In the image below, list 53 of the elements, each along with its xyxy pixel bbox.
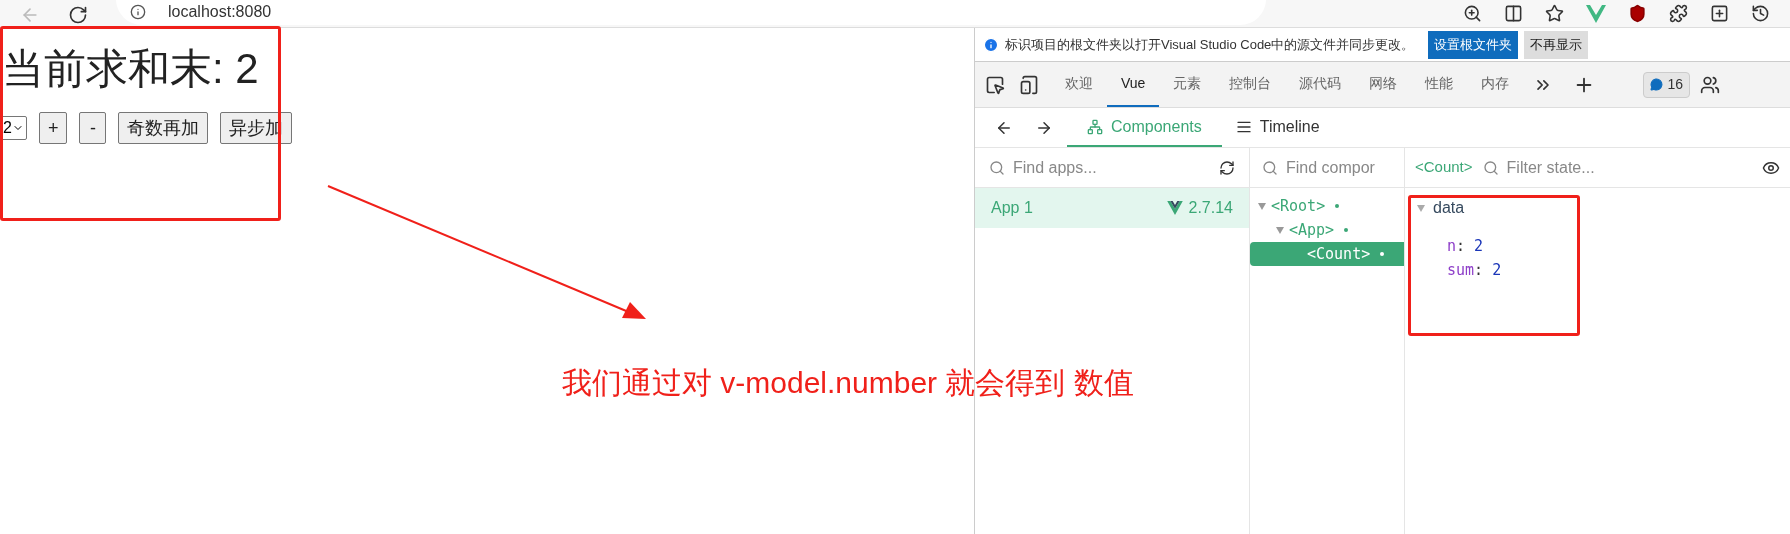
component-tree-item[interactable]: <Root> xyxy=(1271,194,1326,218)
search-icon xyxy=(1482,159,1499,176)
panel-tab[interactable]: Timeline xyxy=(1225,108,1330,147)
component-search-field[interactable]: Find compor xyxy=(1286,155,1396,180)
info-icon xyxy=(130,4,146,20)
device-icon[interactable] xyxy=(1019,74,1039,95)
collections-icon[interactable] xyxy=(1710,4,1729,23)
action-button[interactable]: - xyxy=(79,112,107,144)
split-view-icon[interactable] xyxy=(1504,4,1523,23)
number-select[interactable]: 2 xyxy=(0,116,27,140)
devtools-tab[interactable]: 内存 xyxy=(1467,62,1524,107)
devtools-tab[interactable]: Vue xyxy=(1107,62,1160,107)
devtools-tab[interactable]: 欢迎 xyxy=(1051,62,1107,107)
annotation-text: 我们通过对 v-model.number 就会得到 数值 xyxy=(562,365,1134,401)
shield-icon[interactable] xyxy=(1628,4,1647,23)
action-button[interactable]: + xyxy=(38,112,68,144)
components-icon xyxy=(1087,118,1103,135)
component-tree-item[interactable]: <App> xyxy=(1289,218,1335,242)
vue-logo-icon xyxy=(1166,201,1183,215)
extensions-icon[interactable] xyxy=(1669,4,1688,23)
state-field: sum: 2 xyxy=(1447,258,1790,282)
refresh-icon[interactable] xyxy=(1219,159,1235,176)
search-icon xyxy=(989,159,1005,176)
devtools-tab[interactable]: 元素 xyxy=(1159,62,1216,107)
search-icon xyxy=(1262,159,1278,176)
devtools-tab[interactable]: 性能 xyxy=(1411,62,1468,107)
info-message: 标识项目的根文件夹以打开Visual Studio Code中的源文件并同步更改。 xyxy=(1005,35,1415,54)
profile-icon[interactable] xyxy=(1699,74,1720,95)
state-filter-field[interactable]: Filter state... xyxy=(1506,155,1687,180)
expand-triangle-icon[interactable] xyxy=(1276,226,1284,234)
panel-tab[interactable]: Components xyxy=(1067,108,1222,147)
devtools-tab[interactable]: 网络 xyxy=(1355,62,1412,107)
selected-component-label: <Count> xyxy=(1415,157,1473,178)
state-field: n: 2 xyxy=(1447,234,1790,258)
action-button[interactable]: 奇数再加 xyxy=(118,112,209,144)
inspect-icon[interactable] xyxy=(985,74,1005,95)
favorite-icon[interactable] xyxy=(1545,4,1564,23)
devtools-tab[interactable]: 源代码 xyxy=(1285,62,1356,107)
address-bar[interactable]: localhost:8080 xyxy=(116,0,1266,25)
info-bar-button[interactable]: 不再显示 xyxy=(1524,30,1589,59)
state-section-title[interactable]: data xyxy=(1433,196,1465,220)
devtools-tab[interactable]: 控制台 xyxy=(1215,62,1286,107)
app-search-field[interactable]: Find apps... xyxy=(1013,155,1193,180)
zoom-icon[interactable] xyxy=(1463,4,1482,23)
reload-icon[interactable] xyxy=(68,5,88,25)
expand-triangle-icon[interactable] xyxy=(1258,202,1266,210)
sum-heading: 当前求和末: 2 xyxy=(2,48,260,90)
info-icon xyxy=(983,36,999,53)
info-bar-button[interactable]: 设置根文件夹 xyxy=(1428,30,1519,59)
address-text: localhost:8080 xyxy=(168,2,272,22)
history-icon[interactable] xyxy=(1751,4,1770,23)
issues-badge[interactable]: 16 xyxy=(1643,71,1690,98)
chat-icon xyxy=(1650,78,1664,91)
